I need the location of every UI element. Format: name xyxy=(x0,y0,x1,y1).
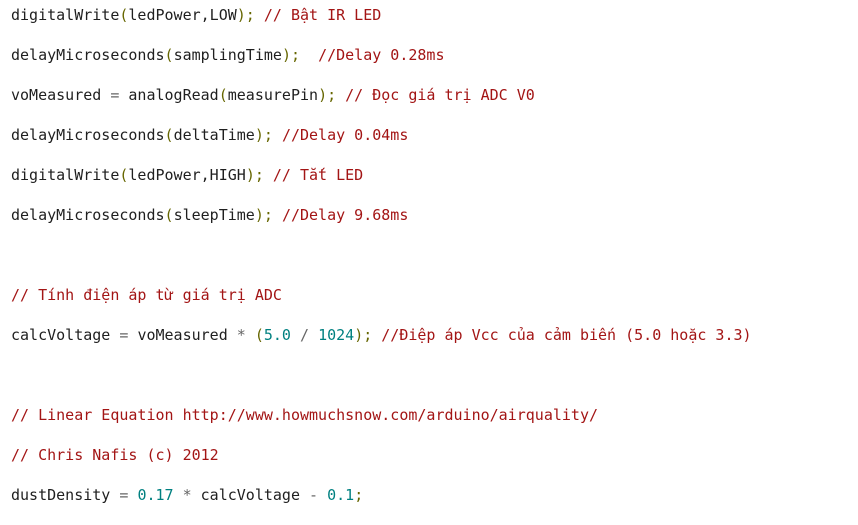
code-token: delayMicroseconds xyxy=(11,206,165,224)
code-token: = xyxy=(101,86,129,104)
code-token: calcVoltage xyxy=(200,486,300,504)
code-token: ); xyxy=(354,326,373,344)
code-block: digitalWrite ( ledPower,LOW); // Bật IR LE… xyxy=(11,5,752,525)
code-line: delayMicroseconds(samplingTime); //Delay… xyxy=(11,45,752,65)
code-comment: //Delay 9.68ms xyxy=(281,206,409,224)
code-token: ( xyxy=(164,206,174,224)
code-comment: // Bật IR LED xyxy=(263,6,382,24)
code-line: delayMicroseconds(deltaTime); //Delay 0.… xyxy=(11,125,752,145)
code-token: ledPower,HIGH xyxy=(128,166,246,184)
code-comment: // Đọc giá trị ADC V0 xyxy=(345,86,535,104)
code-comment: //Delay 0.04ms xyxy=(281,126,409,144)
code-comment: //Delay 0.28ms xyxy=(318,46,445,64)
code-token: ledPower,LOW xyxy=(128,6,237,24)
code-number: 0.17 xyxy=(137,486,174,504)
code-line: voMeasured = analogRead(measurePin); // … xyxy=(11,85,752,105)
code-comment: // Tính điện áp từ giá trị ADC xyxy=(11,286,282,304)
code-token: ); xyxy=(254,206,273,224)
code-token: ( xyxy=(218,86,228,104)
code-token: / xyxy=(290,326,319,344)
code-token: samplingTime xyxy=(173,46,282,64)
code-number: 1024 xyxy=(318,326,355,344)
code-token: - xyxy=(300,486,328,504)
code-token: measurePin xyxy=(227,86,319,104)
code-line: // Tính điện áp từ giá trị ADC xyxy=(11,285,752,305)
code-line: calcVoltage = voMeasured * (5.0 / 1024);… xyxy=(11,325,752,345)
code-token: deltaTime xyxy=(173,126,255,144)
code-token: ); xyxy=(281,46,300,64)
code-token: voMeasured xyxy=(11,86,102,104)
code-token: ( xyxy=(164,46,174,64)
code-token: * xyxy=(173,486,201,504)
code-token: = xyxy=(110,326,138,344)
code-token: ; xyxy=(354,486,364,504)
code-token: digitalWrite xyxy=(11,6,120,24)
code-line: digitalWrite(ledPower,HIGH); // Tắt LED xyxy=(11,165,752,185)
code-token: analogRead xyxy=(128,86,219,104)
code-comment: //Điệp áp Vcc của cảm biến (5.0 hoặc 3.3… xyxy=(381,326,752,344)
code-token: ); xyxy=(318,86,337,104)
code-token: digitalWrite xyxy=(11,166,120,184)
code-token: voMeasured xyxy=(137,326,228,344)
code-line: digitalWrite(ledPower,LOW); // Bật IR LE… xyxy=(11,5,752,25)
code-line: // Chris Nafis (c) 2012 xyxy=(11,445,752,465)
code-line: dustDensity = 0.17 * calcVoltage - 0.1; xyxy=(11,485,752,505)
code-token: = xyxy=(110,486,138,504)
code-token: calcVoltage xyxy=(11,326,111,344)
code-token: sleepTime xyxy=(173,206,255,224)
code-token: ( xyxy=(254,326,264,344)
code-line: delayMicroseconds(sleepTime); //Delay 9.… xyxy=(11,205,752,225)
code-number: 5.0 xyxy=(263,326,291,344)
code-token: delayMicroseconds xyxy=(11,46,165,64)
code-token: ( xyxy=(164,126,174,144)
code-token: ); xyxy=(245,166,264,184)
code-token: dustDensity xyxy=(11,486,111,504)
code-token: delayMicroseconds xyxy=(11,126,165,144)
code-number: 0.1 xyxy=(327,486,355,504)
code-token: * xyxy=(227,326,255,344)
code-line: // Linear Equation http://www.howmuchsno… xyxy=(11,405,752,425)
code-token: ); xyxy=(254,126,273,144)
code-comment: // Chris Nafis (c) 2012 xyxy=(11,446,219,464)
code-token: ); xyxy=(236,6,255,24)
code-comment: // Tắt LED xyxy=(272,166,364,184)
code-comment: // Linear Equation http://www.howmuchsno… xyxy=(11,406,598,424)
